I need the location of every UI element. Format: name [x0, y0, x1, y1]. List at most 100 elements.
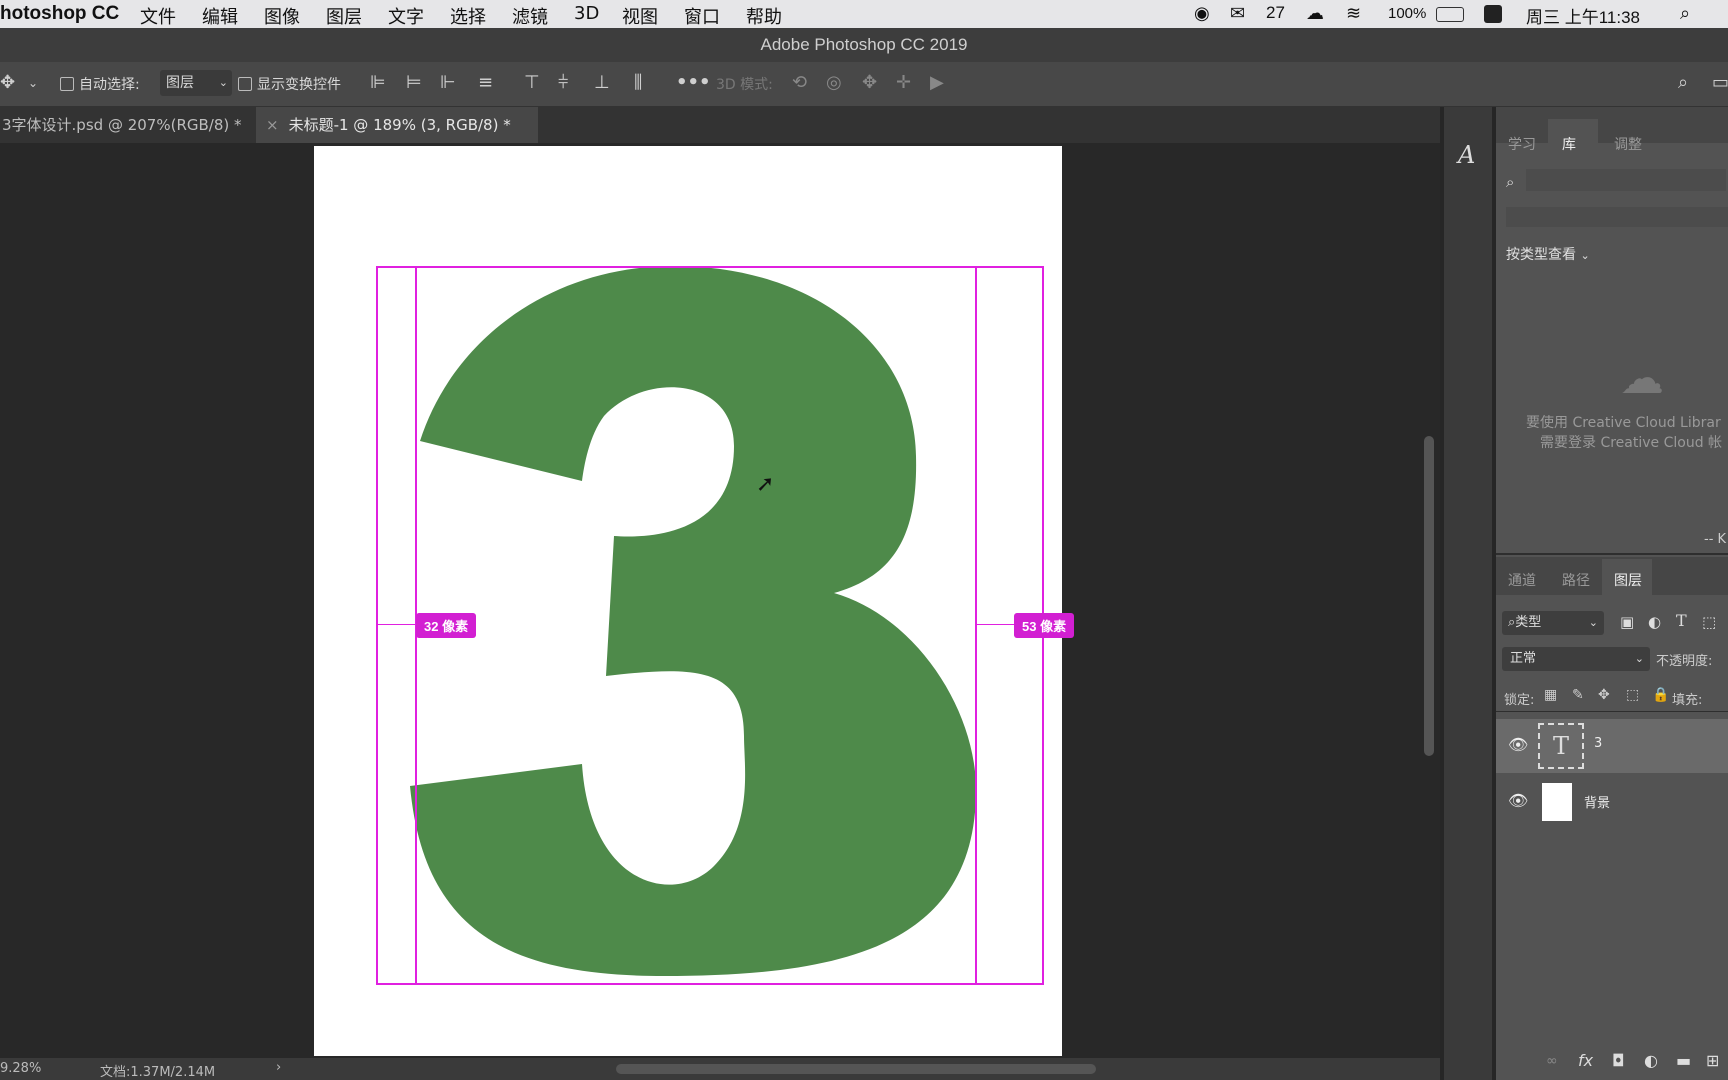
lock-transparent-icon[interactable]: ▦: [1544, 687, 1557, 703]
align-left-icon[interactable]: ⊫: [370, 72, 386, 93]
menu-view[interactable]: 视图: [622, 3, 658, 29]
library-selector-dropdown[interactable]: [1506, 207, 1728, 227]
lock-all-icon[interactable]: 🔒: [1652, 687, 1669, 703]
show-transform-checkbox[interactable]: 显示变换控件: [238, 74, 341, 94]
lock-label: 锁定:: [1504, 693, 1535, 708]
layer-style-fx-icon[interactable]: fx: [1578, 1051, 1593, 1070]
tab-libraries[interactable]: 库: [1562, 134, 1576, 154]
record-icon[interactable]: ◉: [1194, 3, 1210, 24]
vertical-scrollbar[interactable]: [1424, 436, 1434, 756]
layer-name[interactable]: 3: [1594, 736, 1602, 751]
3d-orbit-icon[interactable]: ⟲: [792, 72, 807, 93]
horizontal-scrollbar[interactable]: [616, 1064, 1096, 1074]
auto-select-checkbox[interactable]: 自动选择:: [60, 74, 140, 94]
menu-3d[interactable]: 3D: [574, 3, 599, 24]
search-icon[interactable]: ⌕: [1678, 72, 1688, 93]
add-mask-icon[interactable]: ◘: [1612, 1051, 1625, 1070]
close-tab-icon[interactable]: ×: [266, 116, 279, 134]
left-spacing-badge: 32 像素: [416, 613, 477, 638]
menu-help[interactable]: 帮助: [746, 3, 782, 29]
3d-slide-icon[interactable]: ✛: [896, 72, 911, 93]
new-layer-icon[interactable]: ⊞: [1706, 1051, 1719, 1070]
menu-type[interactable]: 文字: [388, 3, 424, 29]
tab-document-2[interactable]: × 未标题-1 @ 189% (3, RGB/8) *: [256, 107, 538, 143]
status-menu-chevron-icon[interactable]: ›: [276, 1060, 281, 1075]
layer-name[interactable]: 背景: [1584, 792, 1610, 811]
menu-filter[interactable]: 滤镜: [512, 3, 548, 29]
menu-file[interactable]: 文件: [140, 3, 176, 29]
filter-type-icon[interactable]: T: [1676, 611, 1687, 630]
workspace-icon[interactable]: ▭: [1712, 72, 1728, 93]
lock-artboard-icon[interactable]: ⬚: [1626, 687, 1639, 703]
filter-adjustment-icon[interactable]: ◐: [1648, 613, 1661, 631]
tab-learn[interactable]: 学习: [1508, 134, 1536, 154]
menu-edit[interactable]: 编辑: [202, 3, 238, 29]
adjustment-layer-icon[interactable]: ◐: [1644, 1051, 1658, 1070]
library-search-input[interactable]: [1526, 169, 1726, 191]
align-right-icon[interactable]: ⊩: [440, 72, 456, 93]
battery-icon[interactable]: [1436, 7, 1464, 22]
wechat-count: 27: [1266, 3, 1285, 22]
tab-adjustments[interactable]: 调整: [1614, 134, 1642, 154]
glyph-bounds-right: [975, 266, 977, 985]
character-panel-icon[interactable]: A: [1458, 141, 1475, 169]
visibility-eye-icon[interactable]: 👁: [1508, 791, 1528, 810]
3d-camera-icon[interactable]: ▶: [930, 72, 944, 93]
distribute-icon[interactable]: ≡: [478, 72, 493, 93]
right-panel: 学习 库 调整 ⌕ 按类型查看 ⌄ ☁ 要使用 Creative Cloud L…: [1496, 107, 1728, 1080]
view-by-type-dropdown[interactable]: 按类型查看 ⌄: [1506, 244, 1590, 264]
align-middle-icon[interactable]: ⫩: [558, 72, 568, 93]
spotlight-search-icon[interactable]: ⌕: [1680, 3, 1690, 24]
layer-row-text[interactable]: 👁 T 3: [1496, 719, 1728, 773]
tab-layers[interactable]: 图层: [1614, 570, 1642, 590]
tab-label: 未标题-1 @ 189% (3, RGB/8) *: [288, 116, 511, 134]
glyph-3-artwork[interactable]: [314, 146, 1062, 1056]
filter-shape-icon[interactable]: ⬚: [1702, 613, 1716, 631]
menu-layer[interactable]: 图层: [326, 3, 362, 29]
more-options-icon[interactable]: •••: [676, 72, 711, 93]
link-layers-icon[interactable]: ∞: [1546, 1053, 1558, 1069]
bounding-box-top: [376, 266, 1044, 268]
lock-paint-icon[interactable]: ✎: [1572, 687, 1584, 703]
menu-window[interactable]: 窗口: [684, 3, 720, 29]
auto-select-label: 自动选择:: [79, 77, 140, 93]
lock-position-icon[interactable]: ✥: [1598, 687, 1610, 703]
panel-divider: [1496, 553, 1728, 555]
align-center-icon[interactable]: ⊨: [406, 72, 422, 93]
input-method-icon[interactable]: [1484, 5, 1502, 23]
blend-mode-dropdown[interactable]: 正常 ⌄: [1502, 647, 1650, 671]
tool-preset-chevron-down-icon[interactable]: ⌄: [28, 76, 38, 90]
tab-channels[interactable]: 通道: [1508, 570, 1536, 590]
status-bar: 9.28% 文档:1.37M/2.14M ›: [0, 1058, 1440, 1080]
glyph-3-shape: [410, 266, 977, 976]
menu-image[interactable]: 图像: [264, 3, 300, 29]
creative-cloud-icon[interactable]: ☁: [1306, 3, 1324, 24]
auto-select-target-dropdown[interactable]: 图层 ⌄: [160, 70, 232, 96]
new-group-icon[interactable]: ▬: [1676, 1051, 1691, 1070]
zoom-level[interactable]: 9.28%: [0, 1061, 41, 1076]
3d-roll-icon[interactable]: ◎: [826, 72, 842, 93]
tab-label: 3字体设计.psd @ 207%(RGB/8) *: [2, 116, 242, 134]
wechat-icon[interactable]: ✉: [1230, 3, 1245, 24]
3d-pan-icon[interactable]: ✥: [862, 72, 877, 93]
filter-pixel-icon[interactable]: ▣: [1620, 613, 1634, 631]
chevron-down-icon: ⌄: [1634, 652, 1644, 665]
wifi-icon[interactable]: ≋: [1346, 3, 1361, 24]
tab-paths[interactable]: 路径: [1562, 570, 1590, 590]
align-bottom-icon[interactable]: ⊥: [594, 72, 610, 93]
menu-select[interactable]: 选择: [450, 3, 486, 29]
library-search-icon[interactable]: ⌕: [1506, 173, 1514, 191]
align-top-icon[interactable]: ⊤: [524, 72, 540, 93]
move-tool-icon[interactable]: ✥: [0, 72, 15, 93]
layer-row-background[interactable]: 👁 背景: [1496, 777, 1728, 827]
distribute-vertical-icon[interactable]: ⫼: [634, 72, 642, 93]
clock[interactable]: 周三 上午11:38: [1526, 3, 1640, 28]
app-menu[interactable]: hotoshop CC: [0, 3, 119, 25]
tab-document-1[interactable]: 3字体设计.psd @ 207%(RGB/8) *: [0, 107, 262, 143]
menu-bar: hotoshop CC 文件 编辑 图像 图层 文字 选择 滤镜 3D 视图 窗…: [0, 0, 1728, 28]
library-message-line2: 需要登录 Creative Cloud 帐: [1540, 435, 1723, 451]
text-layer-thumbnail-icon: T: [1538, 723, 1584, 769]
document-canvas[interactable]: [314, 146, 1062, 1056]
layer-filter-dropdown[interactable]: ⌕类型 ⌄: [1502, 611, 1604, 635]
visibility-eye-icon[interactable]: 👁: [1508, 735, 1528, 754]
